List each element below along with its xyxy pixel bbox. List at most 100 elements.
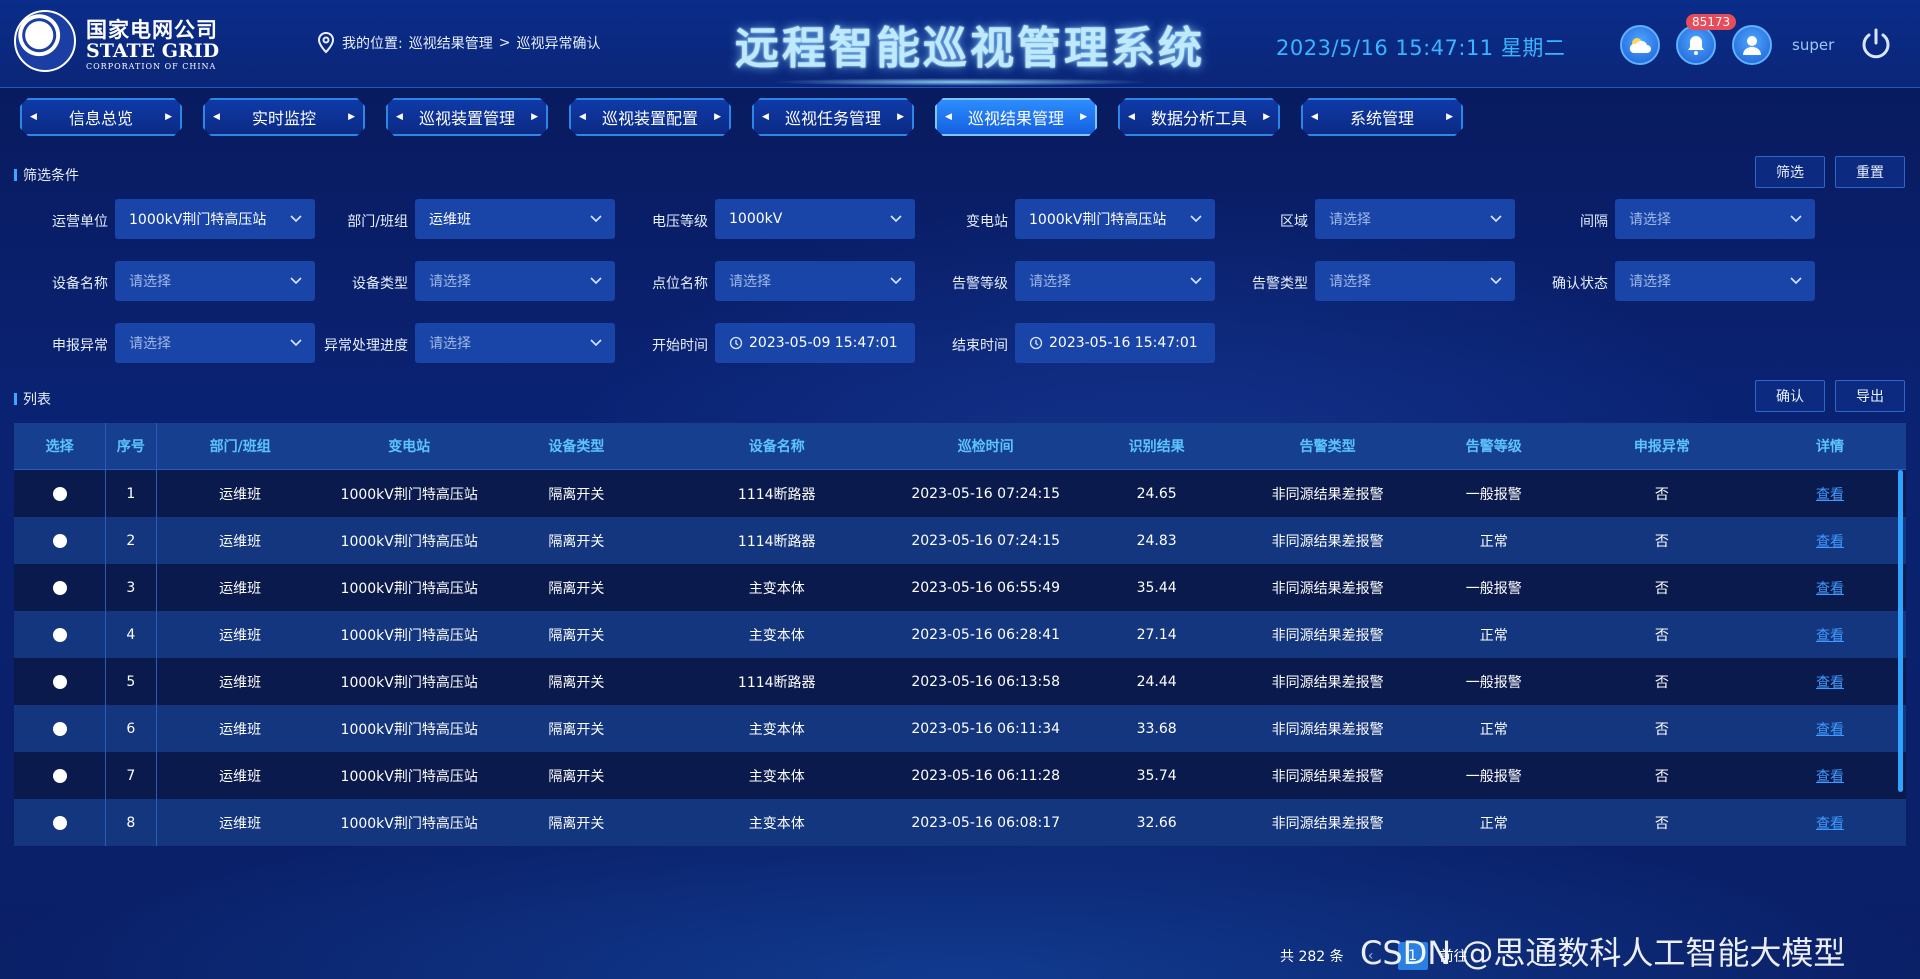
table-scrollbar[interactable] <box>1898 470 1903 792</box>
notification-count-badge: 85173 <box>1686 14 1737 30</box>
cell-detail: 查看 <box>1754 799 1906 846</box>
bay-select[interactable]: 请选择 <box>1615 199 1815 239</box>
nav-item-data-analysis[interactable]: ◀ 数据分析工具 ▶ <box>1118 98 1280 136</box>
row-radio[interactable] <box>52 674 67 689</box>
cell-no: 5 <box>105 658 157 705</box>
nav-item-device-config[interactable]: ◀ 巡视装置配置 ▶ <box>569 98 731 136</box>
org-select[interactable]: 1000kV荆门特高压站 <box>115 199 315 239</box>
area-select[interactable]: 请选择 <box>1315 199 1515 239</box>
view-detail-link[interactable]: 查看 <box>1816 625 1844 645</box>
nav-item-system-manage[interactable]: ◀ 系统管理 ▶ <box>1301 98 1463 136</box>
cell-result: 24.44 <box>1136 673 1177 690</box>
alarm-type-select[interactable]: 请选择 <box>1315 261 1515 301</box>
view-detail-link[interactable]: 查看 <box>1816 484 1844 504</box>
clock-icon <box>1029 336 1043 350</box>
cell-device-name: 主变本体 <box>748 768 805 785</box>
confirm-status-select[interactable]: 请选择 <box>1615 261 1815 301</box>
power-logout-icon[interactable] <box>1858 26 1894 62</box>
table-row[interactable]: 3 运维班 1000kV荆门特高压站 隔离开关 主变本体 2023-05-16 06:55… <box>14 564 1906 611</box>
table-row[interactable]: 1 运维班 1000kV荆门特高压站 隔离开关 1114断路器 2023-05-16 07… <box>14 470 1906 517</box>
cell-substation: 1000kV荆门特高压站 <box>340 721 478 738</box>
table-row[interactable]: 8 运维班 1000kV荆门特高压站 隔离开关 主变本体 2023-05-16 06:08… <box>14 799 1906 846</box>
progress-select[interactable]: 请选择 <box>415 323 615 363</box>
select-value: 请选择 <box>1329 212 1371 228</box>
cell-substation: 1000kV荆门特高压站 <box>340 768 478 785</box>
alarm-level-select[interactable]: 请选择 <box>1015 261 1215 301</box>
nav-item-realtime[interactable]: ◀ 实时监控 ▶ <box>203 98 365 136</box>
table-row[interactable]: 2 运维班 1000kV荆门特高压站 隔离开关 1114断路器 2023-05-16 07… <box>14 517 1906 564</box>
nav-item-label: 巡视装置配置 <box>601 109 698 128</box>
watermark-text: CSDN @思通数科人工智能大模型 <box>1360 934 1846 972</box>
select-value: 请选择 <box>1329 274 1371 290</box>
filter-button[interactable]: 筛选 <box>1755 156 1825 188</box>
cell-substation: 1000kV荆门特高压站 <box>340 674 478 691</box>
nav-left-arrow-icon: ◀ <box>30 112 37 122</box>
select-value: 1000kV荆门特高压站 <box>129 212 267 228</box>
breadcrumb-item-results[interactable]: 巡视结果管理 <box>409 33 493 53</box>
row-radio[interactable] <box>52 627 67 642</box>
cell-detail: 查看 <box>1754 752 1906 799</box>
view-detail-link[interactable]: 查看 <box>1816 531 1844 551</box>
weather-icon[interactable] <box>1620 25 1660 65</box>
confirm-button[interactable]: 确认 <box>1755 380 1825 412</box>
row-radio[interactable] <box>52 815 67 830</box>
filter-label: 点位名称 <box>652 276 708 292</box>
state-grid-logo: 国家电网公司 STATE GRID CORPORATION OF CHINA <box>14 10 224 72</box>
view-detail-link[interactable]: 查看 <box>1816 813 1844 833</box>
cell-inspect-time: 2023-05-16 06:11:34 <box>911 720 1061 737</box>
device-type-select[interactable]: 请选择 <box>415 261 615 301</box>
substation-select[interactable]: 1000kV荆门特高压站 <box>1015 199 1215 239</box>
voltage-select[interactable]: 1000kV <box>715 199 915 239</box>
report-abnormal-select[interactable]: 请选择 <box>115 323 315 363</box>
nav-item-label: 数据分析工具 <box>1150 109 1247 128</box>
cell-dept: 运维班 <box>219 674 262 691</box>
notification-bell-icon[interactable] <box>1676 25 1716 65</box>
nav-item-device-manage[interactable]: ◀ 巡视装置管理 ▶ <box>386 98 548 136</box>
username[interactable]: super <box>1792 36 1834 54</box>
view-detail-link[interactable]: 查看 <box>1816 578 1844 598</box>
end-time-picker[interactable]: 2023-05-16 15:47:01 <box>1015 323 1215 363</box>
reset-button[interactable]: 重置 <box>1835 156 1905 188</box>
main-nav: ◀ 信息总览 ▶ ◀ 实时监控 ▶ ◀ 巡视装置管理 ▶ ◀ 巡视装置配置 ▶ ◀ 巡视任务管理 ▶… <box>20 98 1463 136</box>
table-row[interactable]: 4 运维班 1000kV荆门特高压站 隔离开关 主变本体 2023-05-16 06:28… <box>14 611 1906 658</box>
view-detail-link[interactable]: 查看 <box>1816 672 1844 692</box>
logo-en-sub-text: CORPORATION OF CHINA <box>86 62 217 71</box>
globe-logo-icon <box>14 10 76 72</box>
point-name-select[interactable]: 请选择 <box>715 261 915 301</box>
row-radio[interactable] <box>52 721 67 736</box>
cell-dept: 运维班 <box>219 486 262 503</box>
cell-result: 27.14 <box>1136 626 1177 643</box>
cell-result: 24.83 <box>1136 532 1177 549</box>
table-header: 选择 序号 部门/班组 变电站 设备类型 设备名称 巡检时间 识别结果 告警类型… <box>14 423 1906 470</box>
row-radio[interactable] <box>52 768 67 783</box>
row-radio[interactable] <box>52 486 67 501</box>
table-row[interactable]: 6 运维班 1000kV荆门特高压站 隔离开关 主变本体 2023-05-16 06:11… <box>14 705 1906 752</box>
cell-substation: 1000kV荆门特高压站 <box>340 486 478 503</box>
cell-device-type: 隔离开关 <box>548 486 605 503</box>
row-radio[interactable] <box>52 533 67 548</box>
cell-alarm-type: 非同源结果差报警 <box>1271 580 1384 597</box>
nav-item-result-manage[interactable]: ◀ 巡视结果管理 ▶ <box>935 98 1097 136</box>
user-avatar-icon[interactable] <box>1732 25 1772 65</box>
cell-device-name: 主变本体 <box>748 815 805 832</box>
nav-item-overview[interactable]: ◀ 信息总览 ▶ <box>20 98 182 136</box>
cell-alarm-type: 非同源结果差报警 <box>1271 533 1384 550</box>
dept-select[interactable]: 运维班 <box>415 199 615 239</box>
cell-alarm-level: 正常 <box>1479 627 1508 644</box>
logo-en-text: STATE GRID <box>86 40 220 62</box>
view-detail-link[interactable]: 查看 <box>1816 766 1844 786</box>
view-detail-link[interactable]: 查看 <box>1816 719 1844 739</box>
cell-dept: 运维班 <box>219 580 262 597</box>
cell-detail: 查看 <box>1754 705 1906 752</box>
export-button[interactable]: 导出 <box>1835 380 1905 412</box>
chevron-down-icon <box>1790 277 1802 285</box>
chevron-down-icon <box>290 215 302 223</box>
table-row[interactable]: 5 运维班 1000kV荆门特高压站 隔离开关 1114断路器 2023-05-16 06… <box>14 658 1906 705</box>
row-radio[interactable] <box>52 580 67 595</box>
start-time-picker[interactable]: 2023-05-09 15:47:01 <box>715 323 915 363</box>
cell-alarm-level: 正常 <box>1479 721 1508 738</box>
device-name-select[interactable]: 请选择 <box>115 261 315 301</box>
table-row[interactable]: 7 运维班 1000kV荆门特高压站 隔离开关 主变本体 2023-05-16 06:11… <box>14 752 1906 799</box>
select-value: 请选择 <box>429 336 471 352</box>
nav-item-task-manage[interactable]: ◀ 巡视任务管理 ▶ <box>752 98 914 136</box>
